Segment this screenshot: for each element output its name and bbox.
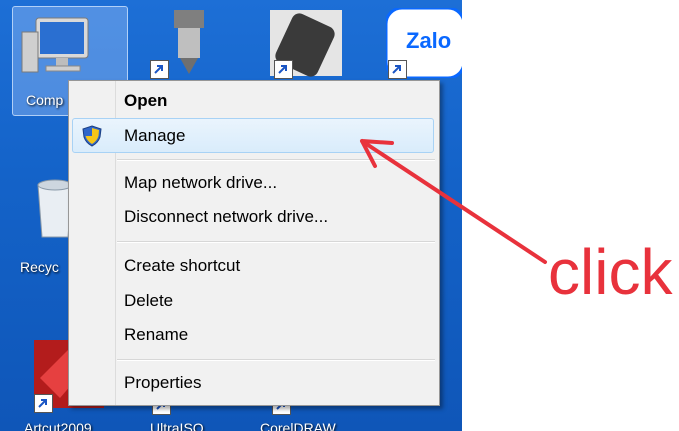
annotation-arrow-icon bbox=[360, 139, 547, 264]
annotation-click-text: click bbox=[548, 236, 673, 308]
